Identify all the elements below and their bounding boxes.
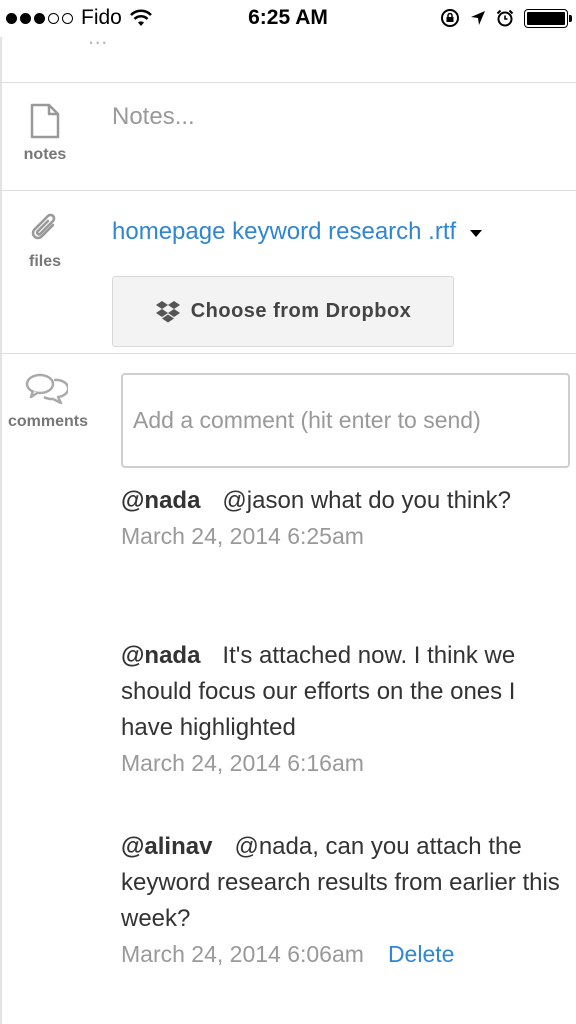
comment-input[interactable] xyxy=(121,373,570,468)
comment-timestamp: March 24, 2014 6:06am xyxy=(121,941,364,967)
comment-timestamp: March 24, 2014 6:16am xyxy=(121,750,364,776)
comment-author[interactable]: @alinav xyxy=(121,833,212,860)
status-bar: Fido 6:25 AM xyxy=(0,0,576,37)
comment-item: @nada It's attached now. I think we shoul… xyxy=(121,638,561,780)
rotation-lock-icon xyxy=(441,9,459,27)
notes-icon xyxy=(30,103,60,139)
comment-text: @jason what do you think? xyxy=(222,487,511,514)
comments-label: comments xyxy=(8,413,89,430)
comment-body: @nada It's attached now. I think we shoul… xyxy=(121,638,561,746)
comment-body: @nada @jason what do you think? xyxy=(121,483,561,519)
file-name[interactable]: homepage keyword research .rtf xyxy=(112,218,456,246)
paperclip-icon xyxy=(31,213,56,240)
left-border xyxy=(0,37,2,1024)
divider xyxy=(0,353,576,354)
comments-section-icon: comments xyxy=(8,372,89,431)
file-link[interactable]: homepage keyword research .rtf xyxy=(112,218,483,246)
comment-item: @alinav @nada, can you attach the keyword… xyxy=(121,829,561,971)
location-arrow-icon xyxy=(471,11,485,25)
comment-body: @alinav @nada, can you attach the keyword… xyxy=(121,829,561,937)
comment-meta: March 24, 2014 6:06am Delete xyxy=(121,937,561,971)
chevron-down-icon[interactable] xyxy=(470,229,483,237)
choose-from-dropbox-button[interactable]: Choose from Dropbox xyxy=(112,276,454,347)
comment-author[interactable]: @nada xyxy=(121,642,200,669)
files-section-icon: files xyxy=(10,210,80,271)
divider xyxy=(0,190,576,191)
notes-section-icon: notes xyxy=(10,103,80,164)
delete-comment-link[interactable]: Delete xyxy=(388,937,454,971)
notes-label: notes xyxy=(23,146,67,163)
status-bar-right xyxy=(440,8,572,28)
comments-icon xyxy=(25,373,70,405)
dropbox-button-label: Choose from Dropbox xyxy=(190,300,412,322)
divider xyxy=(0,82,576,83)
comment-timestamp: March 24, 2014 6:25am xyxy=(121,523,364,549)
comment-author[interactable]: @nada xyxy=(121,487,200,514)
comment-meta: March 24, 2014 6:25am xyxy=(121,519,561,553)
comment-item: @nada @jason what do you think? March 24,… xyxy=(121,483,561,553)
files-label: files xyxy=(28,253,61,270)
notes-field[interactable]: Notes... xyxy=(112,103,195,131)
battery-icon xyxy=(524,8,572,28)
partial-header-text: ... xyxy=(88,24,108,49)
alarm-icon xyxy=(496,9,514,27)
comment-meta: March 24, 2014 6:16am xyxy=(121,746,561,780)
dropbox-icon xyxy=(155,300,180,322)
